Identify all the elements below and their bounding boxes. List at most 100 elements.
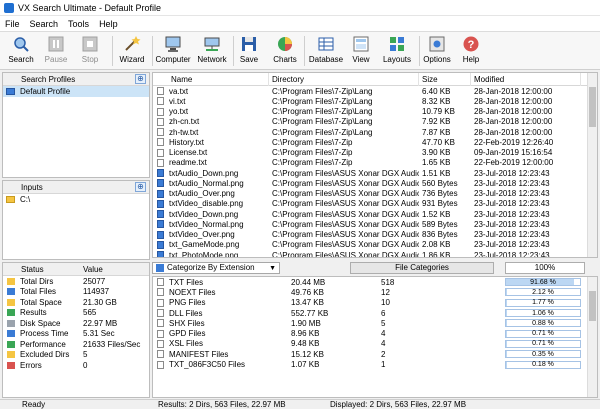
file-row[interactable]: txtVideo_Over.png C:\Program Files\ASUS X… — [153, 230, 597, 240]
category-row[interactable]: TXT_086F3C50 Files 1.07 KB 1 0.18 % — [153, 359, 597, 369]
file-row[interactable]: txtAudio_Down.png C:\Program Files\ASUS X… — [153, 168, 597, 178]
search-button[interactable]: Search — [4, 34, 38, 68]
menu-file[interactable]: File — [0, 19, 25, 29]
category-row[interactable]: TXT Files 20.44 MB 518 91.68 % — [153, 277, 597, 287]
category-row[interactable]: MANIFEST Files 15.12 KB 2 0.35 % — [153, 349, 597, 359]
input-item-c-drive[interactable]: C:\ — [3, 194, 149, 205]
toolbar: Search Pause Stop Wizard Computer Networ… — [0, 32, 600, 70]
save-button[interactable]: Save — [236, 34, 262, 68]
category-percent: 0.88 % — [532, 319, 554, 327]
file-row[interactable]: History.txt C:\Program Files\7-Zip 47.70 K… — [153, 137, 597, 147]
name-column-header[interactable]: Name — [153, 73, 269, 86]
file-row[interactable]: txtVideo_Normal.png C:\Program Files\ASUS… — [153, 219, 597, 229]
category-row[interactable]: NOEXT Files 49.76 KB 12 2.12 % — [153, 287, 597, 297]
status-name: Excluded Dirs — [20, 350, 70, 360]
options-button[interactable]: Options — [422, 34, 452, 68]
computer-button[interactable]: Computer — [154, 34, 192, 68]
category-name-cell: GPD Files — [153, 329, 291, 338]
file-icon — [157, 87, 164, 96]
menu-bar: File Search Tools Help — [0, 16, 600, 32]
file-row[interactable]: License.txt C:\Program Files\7-Zip 3.90 KB… — [153, 148, 597, 158]
category-count: 6 — [381, 308, 386, 318]
category-row[interactable]: DLL Files 552.77 KB 6 1.06 % — [153, 308, 597, 318]
inputs-pin-button[interactable]: ⊕ — [135, 182, 146, 192]
file-name-cell: txt_GameMode.png — [153, 240, 269, 249]
category-name-cell: PNG Files — [153, 298, 291, 307]
scrollbar-thumb[interactable] — [589, 87, 596, 127]
categorize-select[interactable]: Categorize By Extension ▼ — [152, 261, 280, 274]
category-name: TXT_086F3C50 Files — [169, 360, 246, 370]
file-modified: 23-Jul-2018 12:23:43 — [474, 219, 550, 229]
file-row[interactable]: zh-tw.txt C:\Program Files\7-Zip\Lang 7.87… — [153, 127, 597, 137]
category-size: 49.76 KB — [291, 287, 324, 297]
file-row[interactable]: va.txt C:\Program Files\7-Zip\Lang 6.40 KB… — [153, 86, 597, 96]
percent-fill — [506, 320, 508, 327]
file-row[interactable]: readme.txt C:\Program Files\7-Zip 1.65 KB 2… — [153, 158, 597, 168]
category-scrollbar[interactable] — [587, 277, 597, 397]
modified-column-header[interactable]: Modified — [471, 73, 581, 86]
file-name-cell: txtAudio_Over.png — [153, 189, 269, 198]
file-name: vi.txt — [169, 96, 186, 106]
directory-column-header[interactable]: Directory — [269, 73, 419, 86]
file-list-scrollbar[interactable] — [587, 73, 597, 257]
charts-button[interactable]: Charts — [270, 34, 300, 68]
file-directory: C:\Program Files\7-Zip\Lang — [272, 86, 373, 96]
file-icon — [157, 189, 164, 198]
file-name-cell: txtVideo_disable.png — [153, 199, 269, 208]
wizard-button[interactable]: Wizard — [116, 34, 148, 68]
file-row[interactable]: txt_PhotoMode.png C:\Program Files\ASUS X… — [153, 250, 597, 257]
file-icon — [157, 278, 164, 287]
menu-tools[interactable]: Tools — [63, 19, 94, 29]
category-size: 15.12 KB — [291, 349, 324, 359]
category-row[interactable]: SHX Files 1.90 MB 5 0.88 % — [153, 318, 597, 328]
file-row[interactable]: yo.txt C:\Program Files\7-Zip\Lang 10.79 K… — [153, 107, 597, 117]
file-row[interactable]: txtAudio_Over.png C:\Program Files\ASUS X… — [153, 189, 597, 199]
file-name-cell: License.txt — [153, 148, 269, 157]
network-button[interactable]: Network — [194, 34, 230, 68]
help-button[interactable]: ? Help — [458, 34, 484, 68]
category-row[interactable]: GPD Files 8.96 KB 4 0.71 % — [153, 328, 597, 338]
computer-icon — [164, 35, 182, 53]
profiles-pin-button[interactable]: ⊕ — [135, 74, 146, 84]
menu-help[interactable]: Help — [94, 19, 123, 29]
category-size: 20.44 MB — [291, 277, 326, 287]
file-categories-button[interactable]: File Categories — [350, 261, 494, 274]
folder-icon — [6, 196, 15, 203]
category-percent-bar: 0.18 % — [505, 360, 581, 369]
status-row: Process Time 5.31 Sec — [3, 329, 149, 340]
file-row[interactable]: txtAudio_Normal.png C:\Program Files\ASUS… — [153, 178, 597, 188]
file-row[interactable]: txtVideo_disable.png C:\Program Files\ASU… — [153, 199, 597, 209]
menu-search[interactable]: Search — [25, 19, 64, 29]
file-name-cell: txtVideo_Over.png — [153, 230, 269, 239]
category-percent-bar: 0.71 % — [505, 329, 581, 338]
file-name: va.txt — [169, 86, 189, 96]
file-row[interactable]: txt_GameMode.png C:\Program Files\ASUS Xo… — [153, 240, 597, 250]
file-name: zh-tw.txt — [169, 127, 199, 137]
category-name-cell: TXT Files — [153, 278, 291, 287]
profile-item-default[interactable]: Default Profile — [3, 86, 149, 97]
file-row[interactable]: zh-cn.txt C:\Program Files\7-Zip\Lang 7.92… — [153, 117, 597, 127]
file-size: 2.08 KB — [422, 240, 451, 250]
category-count: 4 — [381, 339, 386, 349]
category-row[interactable]: XSL Files 9.48 KB 4 0.71 % — [153, 339, 597, 349]
file-row[interactable]: vi.txt C:\Program Files\7-Zip\Lang 8.32 KB… — [153, 96, 597, 106]
view-button[interactable]: View — [348, 34, 374, 68]
layouts-button[interactable]: Layouts — [380, 34, 414, 68]
file-name: txt_GameMode.png — [169, 240, 240, 250]
percent-fill — [506, 289, 508, 296]
file-row[interactable]: txtVideo_Down.png C:\Program Files\ASUS X… — [153, 209, 597, 219]
category-percent-bar: 1.77 % — [505, 298, 581, 307]
size-column-header[interactable]: Size — [419, 73, 471, 86]
category-percent: 0.71 % — [532, 340, 554, 348]
category-row[interactable]: PNG Files 13.47 KB 10 1.77 % — [153, 298, 597, 308]
file-name: txtAudio_Over.png — [169, 189, 235, 199]
input-label: C:\ — [20, 195, 31, 204]
charts-button-label: Charts — [273, 55, 297, 64]
pause-button[interactable]: Pause — [40, 34, 72, 68]
status-value: 25077 — [83, 276, 106, 286]
scrollbar-thumb[interactable] — [589, 291, 596, 321]
save-button-label: Save — [239, 55, 259, 64]
stop-button[interactable]: Stop — [74, 34, 106, 68]
file-icon — [157, 309, 164, 318]
database-button[interactable]: Database — [307, 34, 345, 68]
